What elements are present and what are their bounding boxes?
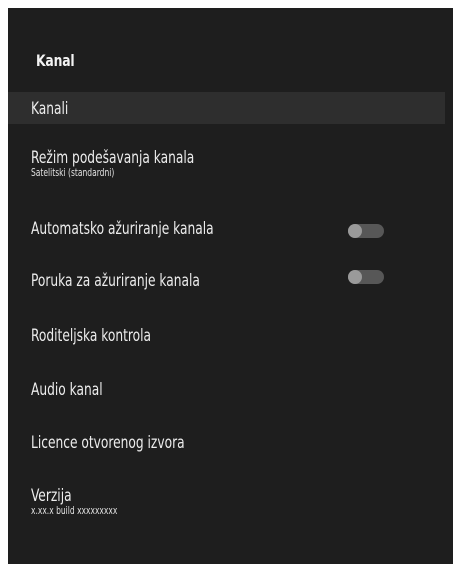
menu-item-value: x.xx.x build xxxxxxxxx	[31, 505, 118, 517]
menu-item-verzija[interactable]: Verzija x.xx.x build xxxxxxxxx	[8, 486, 445, 530]
menu-item-label: Roditeljska kontrola	[31, 326, 152, 346]
toggle-knob	[348, 270, 362, 284]
menu-item-roditeljska-kontrola[interactable]: Roditeljska kontrola	[8, 326, 445, 352]
toggle-knob	[348, 224, 362, 238]
menu-item-label: Poruka za ažuriranje kanala	[31, 271, 200, 291]
menu-item-licence-otvorenog-izvora[interactable]: Licence otvorenog izvora	[8, 433, 445, 459]
menu-item-audio-kanal[interactable]: Audio kanal	[8, 380, 445, 406]
menu-item-label: Kanali	[31, 99, 69, 119]
auto-update-toggle[interactable]	[348, 224, 384, 238]
menu-item-value: Satelitski (standardni)	[31, 167, 115, 179]
menu-item-label: Verzija	[31, 486, 72, 506]
page-title: Kanal	[36, 51, 75, 70]
menu-item-label: Audio kanal	[31, 380, 103, 400]
settings-panel: Kanal Kanali Režim podešavanja kanala Sa…	[8, 8, 453, 564]
menu-item-label: Automatsko ažuriranje kanala	[31, 219, 214, 239]
menu-item-kanali[interactable]: Kanali	[8, 92, 445, 124]
update-message-toggle[interactable]	[348, 270, 384, 284]
menu-item-label: Režim podešavanja kanala	[31, 148, 195, 168]
menu-item-label: Licence otvorenog izvora	[31, 433, 185, 453]
menu-item-rezim-podesavanja-kanala[interactable]: Režim podešavanja kanala Satelitski (sta…	[8, 148, 445, 192]
